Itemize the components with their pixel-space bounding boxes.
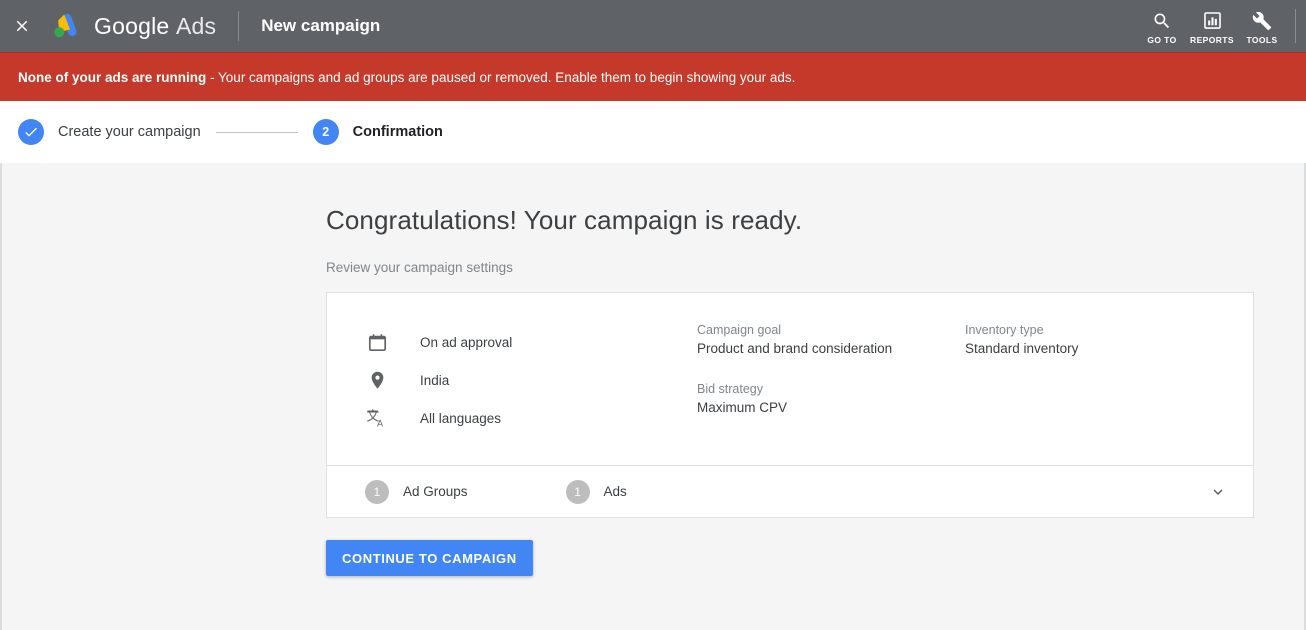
- field-campaign-goal: Campaign goal Product and brand consider…: [697, 323, 965, 356]
- alert-banner: None of your ads are running - Your camp…: [0, 52, 1306, 101]
- goto-button[interactable]: GO TO: [1137, 8, 1187, 45]
- ad-groups-count-item[interactable]: 1 Ad Groups: [365, 479, 468, 504]
- chevron-down-icon[interactable]: [1205, 479, 1231, 505]
- wrench-icon: [1252, 10, 1272, 32]
- summary-row-ad-approval-text: On ad approval: [420, 334, 513, 350]
- google-ads-mark-icon: [50, 12, 80, 40]
- page-headline: Congratulations! Your campaign is ready.: [326, 205, 803, 235]
- campaign-summary-footer: 1 Ad Groups 1 Ads: [327, 465, 1253, 517]
- header-divider: [238, 11, 240, 41]
- campaign-summary-card: On ad approval India 文 A All languages C…: [326, 292, 1254, 518]
- location-pin-icon: [365, 368, 389, 392]
- ad-groups-count-badge: 1: [365, 479, 389, 504]
- field-bid-strategy-value: Maximum CPV: [697, 400, 788, 415]
- stepper-connector: [215, 131, 298, 133]
- alert-message-text: - Your campaigns and ad groups are pause…: [206, 69, 796, 85]
- confirmation-panel: Congratulations! Your campaign is ready.…: [326, 163, 1256, 576]
- step-create-campaign[interactable]: Create your campaign: [18, 119, 201, 145]
- app-root: Google Ads New campaign GO TO REPORTS TO…: [0, 0, 1306, 630]
- campaign-summary-body: On ad approval India 文 A All languages C…: [327, 293, 1253, 465]
- step-1-label: Create your campaign: [58, 124, 201, 140]
- step-1-marker: [18, 119, 44, 145]
- bar-chart-icon: [1203, 10, 1222, 32]
- calendar-icon: [365, 330, 389, 354]
- summary-row-location-text: India: [420, 372, 450, 388]
- page-title: New campaign: [261, 16, 381, 35]
- brand-wordmark: Google Ads: [94, 13, 216, 40]
- ads-count-badge: 1: [565, 479, 590, 504]
- top-bar-actions: GO TO REPORTS TOOLS: [1137, 0, 1306, 52]
- google-ads-logo[interactable]: Google Ads: [50, 12, 216, 40]
- field-bid-strategy: Bid strategy Maximum CPV: [697, 382, 965, 415]
- step-confirmation[interactable]: 2 Confirmation: [312, 119, 443, 145]
- reports-button[interactable]: REPORTS: [1187, 8, 1237, 45]
- step-2-marker: 2: [312, 119, 339, 145]
- summary-row-languages-text: All languages: [420, 410, 502, 426]
- alert-text: None of your ads are running - Your camp…: [18, 70, 795, 85]
- field-bid-strategy-label: Bid strategy: [697, 382, 764, 396]
- brand-google-text: Google: [94, 12, 170, 39]
- summary-fields-column-2: Inventory type Standard inventory: [965, 323, 1215, 441]
- svg-text:A: A: [377, 418, 384, 428]
- field-inventory-type: Inventory type Standard inventory: [965, 323, 1215, 356]
- top-app-bar: Google Ads New campaign GO TO REPORTS TO…: [0, 0, 1306, 52]
- reports-label: REPORTS: [1190, 34, 1234, 45]
- brand-ads-text: Ads: [175, 12, 217, 39]
- ads-count-item[interactable]: 1 Ads: [565, 479, 627, 504]
- ads-count-label: Ads: [603, 484, 627, 499]
- tools-button[interactable]: TOOLS: [1237, 8, 1287, 45]
- field-inventory-type-label: Inventory type: [965, 323, 1044, 337]
- summary-row-location: India: [365, 361, 697, 399]
- field-campaign-goal-label: Campaign goal: [697, 323, 782, 337]
- check-icon: [25, 127, 37, 137]
- alert-strong-text: None of your ads are running: [18, 69, 207, 85]
- translate-icon: 文 A: [365, 406, 389, 430]
- field-inventory-type-value: Standard inventory: [965, 341, 1079, 356]
- tools-label: TOOLS: [1246, 34, 1278, 45]
- continue-to-campaign-button[interactable]: CONTINUE TO CAMPAIGN: [326, 540, 533, 576]
- top-bar-right-divider: [1295, 9, 1296, 43]
- search-icon: [1152, 10, 1172, 32]
- summary-row-languages: 文 A All languages: [365, 399, 697, 437]
- campaign-stepper: Create your campaign 2 Confirmation: [0, 101, 1306, 163]
- page-subheadline: Review your campaign settings: [326, 260, 513, 275]
- field-campaign-goal-value: Product and brand consideration: [697, 341, 893, 356]
- close-icon[interactable]: [10, 14, 34, 38]
- summary-row-ad-approval: On ad approval: [365, 323, 697, 361]
- ad-groups-count-label: Ad Groups: [403, 484, 468, 499]
- summary-fields-column-1: Campaign goal Product and brand consider…: [697, 323, 965, 441]
- main-content-area: Congratulations! Your campaign is ready.…: [0, 163, 1306, 630]
- goto-label: GO TO: [1147, 34, 1177, 45]
- step-2-label: Confirmation: [352, 124, 443, 140]
- summary-icon-column: On ad approval India 文 A All languages: [327, 323, 697, 441]
